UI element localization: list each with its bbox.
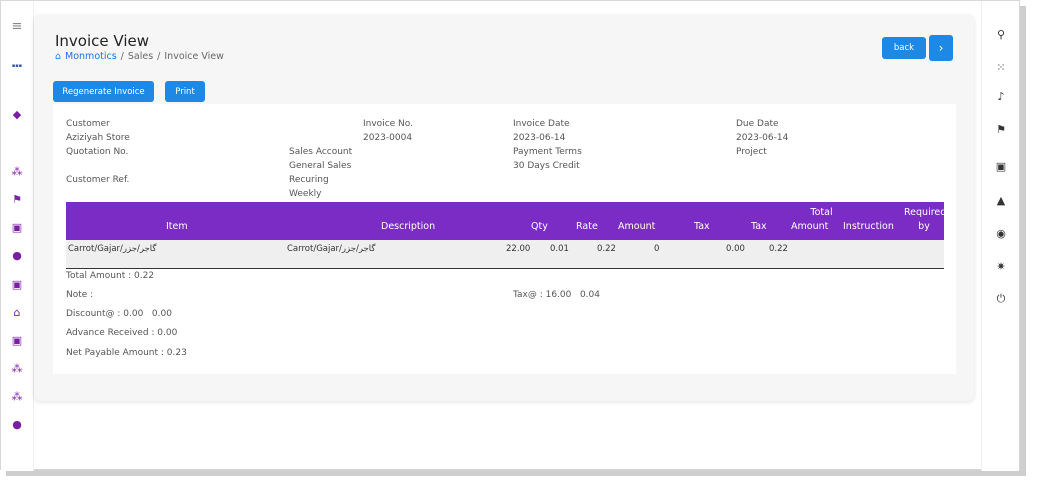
tax-summary: Tax@ : 16.00 0.04 xyxy=(513,290,600,300)
database-icon[interactable]: ● xyxy=(10,417,24,431)
logo-icon: ▪▪▪ xyxy=(11,62,23,69)
drive-icon[interactable]: ▲ xyxy=(994,193,1008,207)
invoice-no-value: 2023-0004 xyxy=(363,133,413,143)
total-amount: Total Amount : 0.22 xyxy=(66,271,155,281)
col-instruction: Instruction xyxy=(843,221,894,232)
col-required-line2: by xyxy=(918,221,930,232)
customer-label: Customer xyxy=(66,119,110,129)
print-button[interactable]: Print xyxy=(165,81,205,102)
grid-icon[interactable]: ⁂ xyxy=(10,389,24,403)
grid-icon[interactable]: ⁂ xyxy=(10,361,24,375)
cell-tax: 0 xyxy=(654,244,660,254)
database-icon[interactable]: ● xyxy=(10,248,24,262)
net-payable-amount: Net Payable Amount : 0.23 xyxy=(66,348,187,358)
notification-bell-icon[interactable]: ♪ xyxy=(994,89,1008,103)
invoice-no-label: Invoice No. xyxy=(363,119,413,129)
document-icon[interactable]: ▣ xyxy=(10,220,24,234)
cell-amount: 0.22 xyxy=(597,244,616,254)
col-tax: Tax xyxy=(694,221,710,232)
discount-summary: Discount@ : 0.00 0.00 xyxy=(66,309,172,319)
payment-terms-value: 30 Days Credit xyxy=(513,161,580,171)
due-date-value: 2023-06-14 xyxy=(736,133,789,143)
cell-tax-amount: 0.00 xyxy=(726,244,745,254)
items-table-header: Item Description Qty Rate Amount Tax Tax… xyxy=(66,202,947,240)
document-icon[interactable]: ▣ xyxy=(10,277,24,291)
flag-icon[interactable]: ⚑ xyxy=(994,122,1008,136)
apps-grid-icon[interactable]: ⁙ xyxy=(994,60,1008,74)
project-label: Project xyxy=(736,147,767,157)
customer-ref-label: Customer Ref. xyxy=(66,175,130,185)
power-icon[interactable]: ⏻ xyxy=(994,292,1008,306)
invoice-date-label: Invoice Date xyxy=(513,119,570,129)
right-sidebar: ⚲ ⁙ ♪ ⚑ ▣ ▲ ◉ ✷ ⏻ xyxy=(981,1,1019,471)
cell-rate: 0.01 xyxy=(550,244,569,254)
invoice-date-value: 2023-06-14 xyxy=(513,133,566,143)
col-tax-amount: Tax xyxy=(751,221,767,232)
grid-icon[interactable]: ⁂ xyxy=(10,164,24,178)
page-title: Invoice View xyxy=(55,32,149,50)
sales-account-value: General Sales xyxy=(289,161,352,171)
customer-value: Aziziyah Store xyxy=(66,133,130,143)
quotation-label: Quotation No. xyxy=(66,147,129,157)
breadcrumb-separator: / xyxy=(120,51,124,62)
breadcrumb: ⌂ Monmotics / Sales / Invoice View xyxy=(55,51,224,62)
support-icon[interactable]: ◉ xyxy=(994,226,1008,240)
note-label: Note : xyxy=(66,290,94,300)
tag-icon[interactable]: ◆ xyxy=(10,107,24,121)
cell-total: 0.22 xyxy=(769,244,788,254)
breadcrumb-item-current: Invoice View xyxy=(164,51,224,62)
app-window: ≡ ▪▪▪ ◆ ⁂ ⚑ ▣ ● ▣ ⌂ ▣ ⁂ ⁂ ● ⚲ ⁙ ♪ ⚑ ▣ ▲ … xyxy=(0,0,1020,471)
breadcrumb-item-monmotics[interactable]: Monmotics xyxy=(65,51,117,62)
advance-received: Advance Received : 0.00 xyxy=(66,328,178,338)
home-icon[interactable]: ⌂ xyxy=(10,305,24,319)
col-total-line1: Total xyxy=(810,207,833,218)
breadcrumb-separator: / xyxy=(157,51,161,62)
table-row[interactable]: Carrot/Gajar/گاجر/جزر Carrot/Gajar/گاجر/… xyxy=(66,240,944,269)
left-sidebar: ≡ ▪▪▪ ◆ ⁂ ⚑ ▣ ● ▣ ⌂ ▣ ⁂ ⁂ ● xyxy=(1,1,34,471)
recurring-value: Weekly xyxy=(289,189,322,199)
col-qty: Qty xyxy=(531,221,548,232)
menu-icon[interactable]: ≡ xyxy=(10,19,24,33)
regenerate-invoice-button[interactable]: Regenerate Invoice xyxy=(53,81,154,102)
back-button[interactable]: back xyxy=(882,37,926,59)
due-date-label: Due Date xyxy=(736,119,779,129)
home-icon[interactable]: ⌂ xyxy=(55,51,61,62)
settings-icon[interactable]: ✷ xyxy=(994,259,1008,273)
col-description: Description xyxy=(381,221,436,232)
next-button[interactable]: › xyxy=(929,35,953,61)
invoice-card: Invoice View ⌂ Monmotics / Sales / Invoi… xyxy=(34,15,974,401)
cart-icon[interactable]: ⚑ xyxy=(10,192,24,206)
col-rate: Rate xyxy=(576,221,598,232)
invoice-body: Customer Aziziyah Store Invoice No. 2023… xyxy=(53,104,956,374)
col-total-line2: Amount xyxy=(791,221,829,232)
search-icon[interactable]: ⚲ xyxy=(994,27,1008,41)
breadcrumb-item-sales[interactable]: Sales xyxy=(128,51,153,62)
col-amount: Amount xyxy=(618,221,656,232)
cell-item: Carrot/Gajar/گاجر/جزر xyxy=(68,244,157,254)
col-required-line1: Required xyxy=(904,207,947,218)
document-icon[interactable]: ▣ xyxy=(10,333,24,347)
sales-account-label: Sales Account xyxy=(289,147,353,157)
calendar-icon[interactable]: ▣ xyxy=(994,159,1008,173)
recurring-label: Recuring xyxy=(289,175,329,185)
cell-qty: 22.00 xyxy=(506,244,531,254)
col-item: Item xyxy=(166,221,188,232)
cell-description: Carrot/Gajar/گاجر/جزر xyxy=(287,244,376,254)
payment-terms-label: Payment Terms xyxy=(513,147,582,157)
